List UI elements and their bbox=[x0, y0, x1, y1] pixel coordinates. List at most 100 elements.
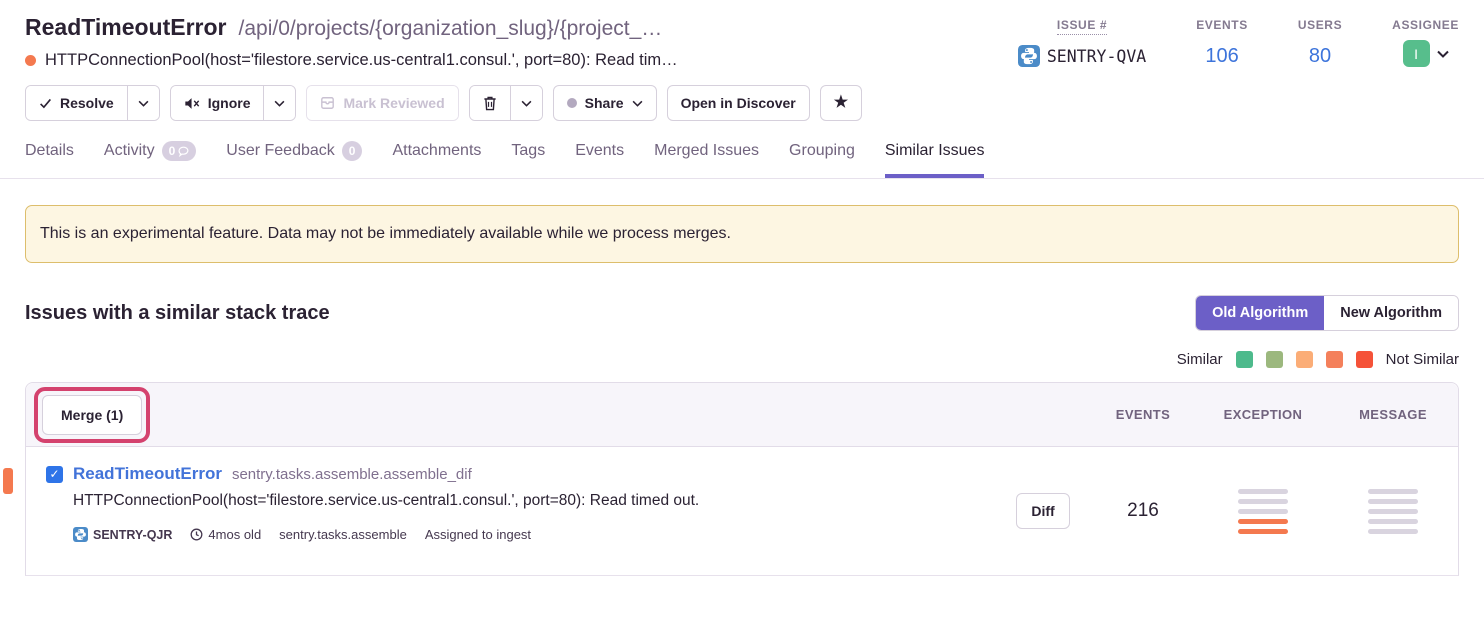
tab-activity[interactable]: Activity 0 bbox=[104, 141, 196, 178]
chevron-down-icon bbox=[521, 100, 532, 107]
column-events: EVENTS bbox=[1116, 407, 1170, 422]
legend-swatch bbox=[1296, 351, 1313, 368]
tab-user-feedback[interactable]: User Feedback 0 bbox=[226, 141, 362, 178]
error-level-dot bbox=[25, 55, 36, 66]
row-assignment: Assigned to ingest bbox=[425, 527, 531, 542]
old-algorithm-button[interactable]: Old Algorithm bbox=[1196, 296, 1324, 330]
delete-button[interactable] bbox=[470, 86, 510, 120]
resolve-button-group: Resolve bbox=[25, 85, 160, 121]
similarity-bar bbox=[1238, 509, 1288, 514]
legend-swatch bbox=[1326, 351, 1343, 368]
assignee-avatar[interactable]: I bbox=[1403, 40, 1430, 67]
events-label: EVENTS bbox=[1196, 18, 1248, 32]
share-button[interactable]: Share bbox=[553, 85, 657, 121]
open-in-discover-button[interactable]: Open in Discover bbox=[667, 85, 810, 121]
issue-header-left: ReadTimeoutError /api/0/projects/{organi… bbox=[25, 14, 678, 70]
similarity-legend: Similar Not Similar bbox=[25, 351, 1459, 368]
tab-tags[interactable]: Tags bbox=[511, 141, 545, 178]
check-icon bbox=[39, 98, 52, 109]
issue-stats: ISSUE # SENTRY-QVA EVENTS 106 USERS 80 A… bbox=[1018, 14, 1459, 70]
similarity-bar bbox=[1238, 499, 1288, 504]
table-panel: Merge (1) EVENTS EXCEPTION MESSAGE bbox=[25, 382, 1459, 447]
resolve-button[interactable]: Resolve bbox=[26, 86, 127, 120]
trash-icon bbox=[483, 96, 497, 111]
ignore-button[interactable]: Ignore bbox=[171, 86, 264, 120]
assignee-selector[interactable]: I bbox=[1392, 40, 1459, 67]
section-title: Issues with a similar stack trace bbox=[25, 302, 330, 325]
issue-short-id: SENTRY-QVA bbox=[1047, 47, 1146, 66]
row-meta: SENTRY-QJR 4mos old sentry.tasks.assembl… bbox=[46, 527, 699, 542]
annotation-highlight: Merge (1) bbox=[34, 387, 150, 443]
events-count: 106 bbox=[1196, 45, 1248, 68]
similar-issues-table: Merge (1) EVENTS EXCEPTION MESSAGE ✓ Rea… bbox=[0, 382, 1484, 576]
similarity-bar bbox=[1238, 529, 1288, 534]
legend-swatch bbox=[1266, 351, 1283, 368]
row-short-id: SENTRY-QJR bbox=[73, 527, 172, 542]
row-checkbox[interactable]: ✓ bbox=[46, 466, 63, 483]
row-issue-culprit: sentry.tasks.assemble.assemble_dif bbox=[232, 466, 472, 483]
column-message: MESSAGE bbox=[1359, 407, 1427, 422]
similarity-bar bbox=[1238, 519, 1288, 524]
similarity-bar bbox=[1368, 499, 1418, 504]
tab-grouping[interactable]: Grouping bbox=[789, 141, 855, 178]
users-label: USERS bbox=[1298, 18, 1342, 32]
bookmark-star-button[interactable]: ★ bbox=[820, 85, 862, 121]
similarity-bar bbox=[1238, 489, 1288, 494]
diff-button[interactable]: Diff bbox=[1016, 493, 1069, 529]
legend-similar-label: Similar bbox=[1177, 351, 1223, 368]
issue-tabs: Details Activity 0 User Feedback 0 Attac… bbox=[0, 121, 1484, 179]
ignore-dropdown-button[interactable] bbox=[263, 86, 295, 120]
table-column-headers: EVENTS EXCEPTION MESSAGE bbox=[998, 407, 1458, 422]
stat-issue-number: ISSUE # SENTRY-QVA bbox=[1018, 16, 1146, 70]
resolve-dropdown-button[interactable] bbox=[127, 86, 159, 120]
merge-button[interactable]: Merge (1) bbox=[42, 395, 142, 435]
row-issue-title[interactable]: ReadTimeoutError bbox=[73, 464, 222, 484]
tab-similar-issues[interactable]: Similar Issues bbox=[885, 141, 985, 178]
chevron-down-icon bbox=[1437, 45, 1449, 63]
table-row: ✓ ReadTimeoutError sentry.tasks.assemble… bbox=[25, 447, 1459, 576]
issue-culprit: /api/0/projects/{organization_slug}/{pro… bbox=[239, 17, 663, 41]
issue-number-label: ISSUE # bbox=[1057, 18, 1107, 35]
issue-header: ReadTimeoutError /api/0/projects/{organi… bbox=[0, 0, 1484, 70]
python-icon bbox=[1018, 45, 1040, 67]
chevron-down-icon bbox=[138, 100, 149, 107]
row-issue-message: HTTPConnectionPool(host='filestore.servi… bbox=[46, 492, 699, 510]
row-level-indicator bbox=[3, 468, 13, 494]
tab-details[interactable]: Details bbox=[25, 141, 74, 178]
row-age: 4mos old bbox=[190, 527, 261, 542]
tab-merged-issues[interactable]: Merged Issues bbox=[654, 141, 759, 178]
activity-count-badge: 0 bbox=[162, 141, 197, 161]
share-status-dot bbox=[567, 98, 577, 108]
algorithm-toggle: Old Algorithm New Algorithm bbox=[1195, 295, 1459, 331]
mute-icon bbox=[184, 97, 200, 110]
row-task: sentry.tasks.assemble bbox=[279, 527, 407, 542]
tab-events[interactable]: Events bbox=[575, 141, 624, 178]
page-title: ReadTimeoutError bbox=[25, 14, 227, 41]
comment-bubble-icon bbox=[178, 146, 189, 157]
new-algorithm-button[interactable]: New Algorithm bbox=[1324, 296, 1458, 330]
stat-events: EVENTS 106 bbox=[1196, 16, 1248, 70]
delete-dropdown-button[interactable] bbox=[510, 86, 542, 120]
exception-similarity-bars bbox=[1238, 489, 1288, 534]
chevron-down-icon bbox=[632, 100, 643, 107]
legend-swatch bbox=[1236, 351, 1253, 368]
python-icon bbox=[73, 527, 88, 542]
mark-reviewed-group: Mark Reviewed bbox=[306, 85, 458, 121]
similarity-bar bbox=[1368, 489, 1418, 494]
column-exception: EXCEPTION bbox=[1224, 407, 1303, 422]
similarity-bar bbox=[1368, 529, 1418, 534]
user-feedback-count-badge: 0 bbox=[342, 141, 363, 161]
issue-message: HTTPConnectionPool(host='filestore.servi… bbox=[45, 51, 678, 70]
banner-text: This is an experimental feature. Data ma… bbox=[40, 225, 731, 243]
tab-attachments[interactable]: Attachments bbox=[392, 141, 481, 178]
legend-not-similar-label: Not Similar bbox=[1386, 351, 1459, 368]
sentry-issue-page: ReadTimeoutError /api/0/projects/{organi… bbox=[0, 0, 1484, 617]
archive-icon bbox=[320, 96, 335, 110]
clock-icon bbox=[190, 528, 203, 541]
row-events-count: 216 bbox=[1127, 500, 1159, 522]
message-similarity-bars bbox=[1368, 489, 1418, 534]
assignee-label: ASSIGNEE bbox=[1392, 18, 1459, 32]
mark-reviewed-button[interactable]: Mark Reviewed bbox=[307, 86, 457, 120]
table-header: Merge (1) EVENTS EXCEPTION MESSAGE bbox=[26, 383, 1458, 447]
users-count: 80 bbox=[1298, 45, 1342, 68]
